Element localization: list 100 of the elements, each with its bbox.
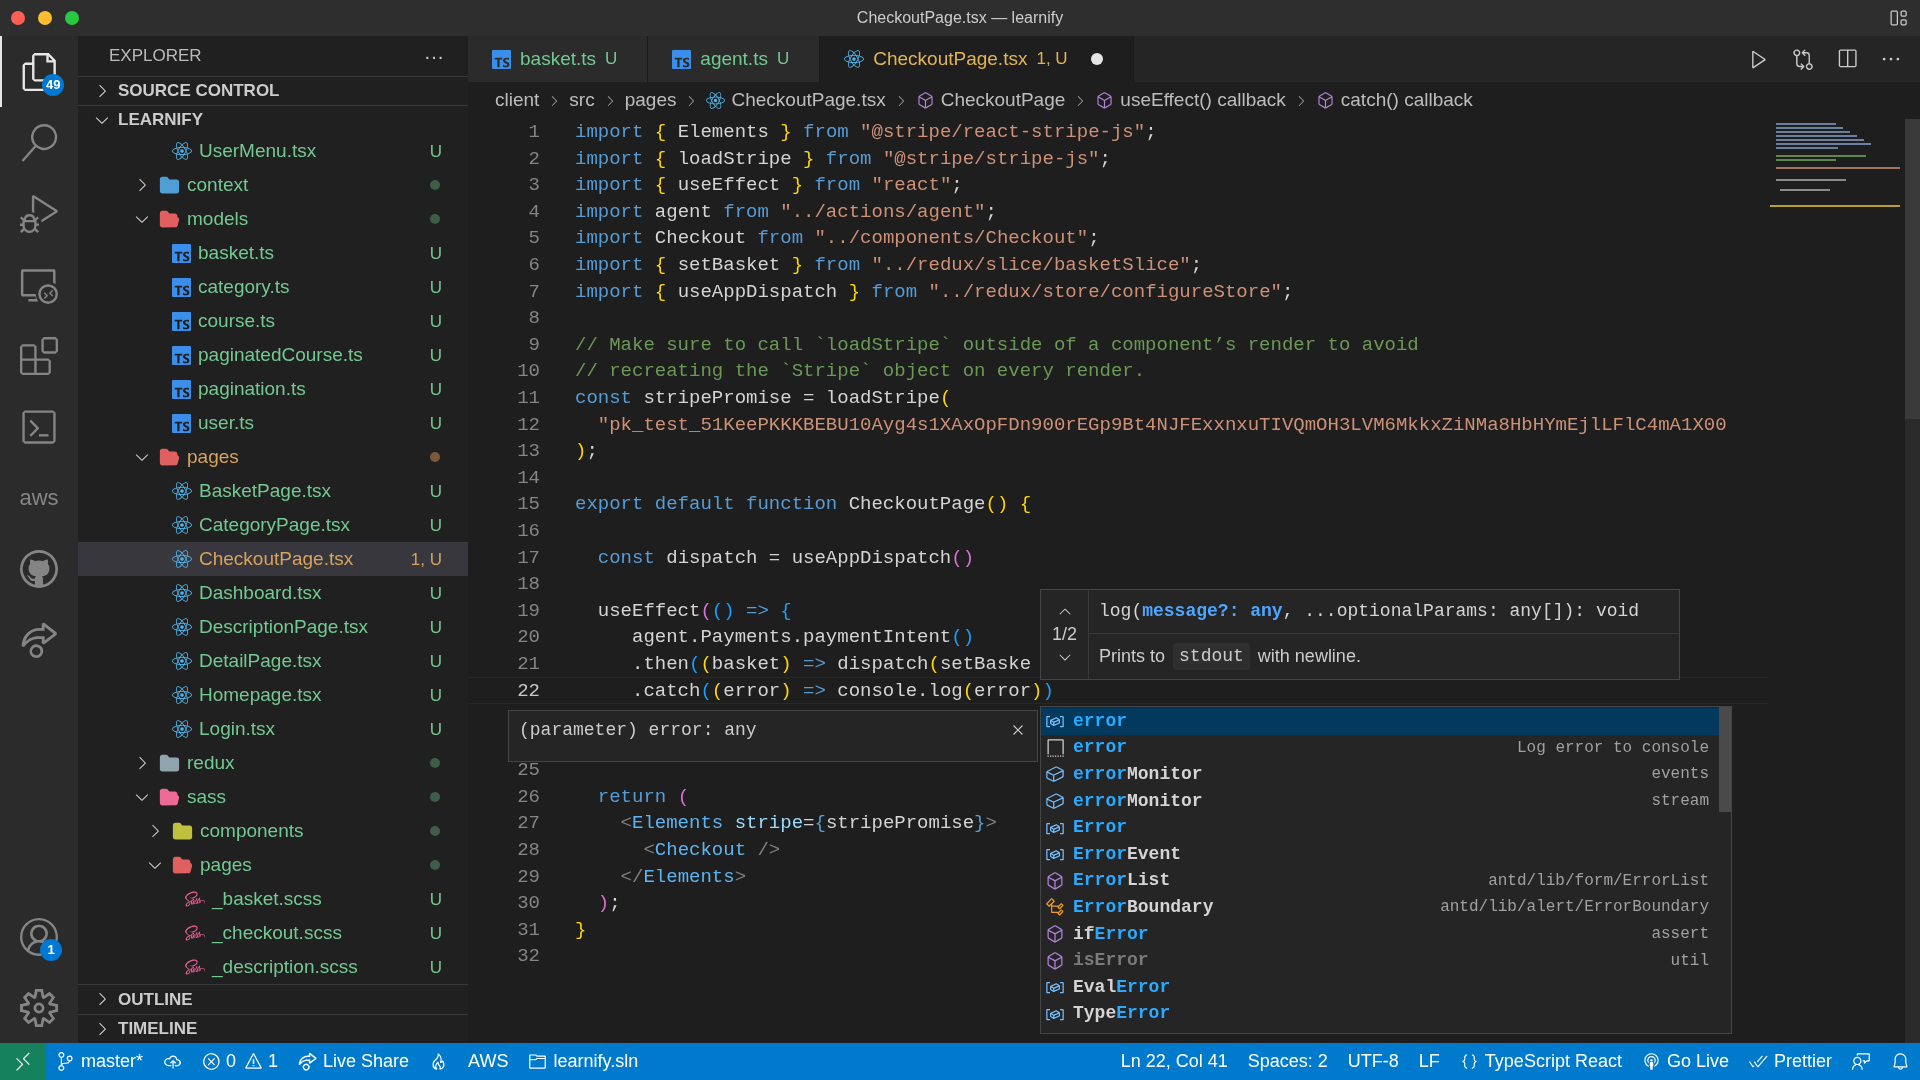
- typescript-file-icon: [172, 413, 191, 433]
- file-row[interactable]: CategoryPage.tsx U: [78, 508, 468, 543]
- file-row[interactable]: pagination.ts U: [78, 372, 468, 407]
- file-row[interactable]: CheckoutPage.tsx 1, U: [78, 542, 468, 577]
- aws-button[interactable]: aws: [0, 462, 78, 533]
- file-row[interactable]: Login.tsx U: [78, 712, 468, 747]
- cube-icon: [1315, 91, 1335, 110]
- problems-button[interactable]: 0 1: [192, 1043, 289, 1080]
- status-item[interactable]: Go Live: [1631, 1043, 1739, 1080]
- field-icon: [1045, 764, 1065, 785]
- suggestion-item[interactable]: ErrorEvent: [1041, 840, 1719, 868]
- typescript-file-icon: [172, 345, 191, 365]
- suggestion-item[interactable]: ErrorBoundary antd/lib/alert/ErrorBoundary: [1041, 894, 1719, 921]
- status-item[interactable]: Spaces: 2: [1237, 1043, 1338, 1080]
- status-item[interactable]: Live Share: [288, 1043, 420, 1080]
- section-header[interactable]: LEARNIFY: [78, 104, 468, 135]
- suggestion-item[interactable]: ErrorList antd/lib/form/ErrorList: [1041, 867, 1719, 895]
- editor-tab[interactable]: basket.ts U: [468, 36, 649, 82]
- code-line: export default function CheckoutPage() {: [575, 492, 1032, 518]
- editor-tab[interactable]: CheckoutPage.tsx 1, U: [820, 36, 1134, 82]
- section-header[interactable]: OUTLINE: [78, 984, 468, 1014]
- code-line: import { useAppDispatch } from "../redux/store/configureStore";: [575, 279, 1294, 305]
- status-item[interactable]: UTF-8: [1337, 1043, 1409, 1080]
- folder-row[interactable]: models: [78, 202, 468, 237]
- file-row[interactable]: _checkout.scss U: [78, 916, 468, 951]
- line-number: 16: [516, 518, 540, 544]
- react-file-icon: [172, 481, 192, 502]
- code-line: <Elements stripe={stripePromise}>: [619, 811, 997, 837]
- status-item[interactable]: Ln 22, Col 41: [1110, 1043, 1238, 1080]
- compare-icon[interactable]: [1792, 48, 1814, 70]
- line-number: 21: [516, 651, 540, 677]
- scrollbar-thumb[interactable]: [1719, 707, 1731, 812]
- file-row[interactable]: basket.ts U: [78, 236, 468, 271]
- field-icon: [1045, 791, 1065, 812]
- breadcrumb[interactable]: CheckoutPage.tsx: [706, 86, 886, 115]
- suggestion-item[interactable]: error Log error to console: [1041, 734, 1719, 762]
- folder-row[interactable]: pages: [78, 848, 468, 883]
- braces-icon: [1459, 1052, 1479, 1071]
- file-row[interactable]: user.ts U: [78, 406, 468, 441]
- status-item[interactable]: learnify.sln: [518, 1043, 649, 1080]
- breadcrumb[interactable]: client: [495, 86, 540, 115]
- line-number: 25: [516, 758, 540, 784]
- breadcrumb[interactable]: src: [569, 86, 595, 115]
- status-item[interactable]: AWS: [458, 1043, 519, 1080]
- status-item[interactable]: master*: [46, 1043, 153, 1080]
- line-number: 27: [516, 811, 540, 837]
- status-item[interactable]: LF: [1408, 1043, 1450, 1080]
- suggestion-item[interactable]: ifError assert: [1041, 920, 1719, 948]
- react-file-icon: [172, 685, 192, 706]
- suggestion-item[interactable]: isError util: [1041, 947, 1719, 974]
- code-line: .catch((error) => console.log(error)): [631, 678, 1054, 704]
- line-number: 7: [527, 279, 540, 305]
- folder-row[interactable]: pages: [78, 440, 468, 475]
- file-row[interactable]: DetailPage.tsx U: [78, 644, 468, 679]
- file-row[interactable]: course.ts U: [78, 304, 468, 339]
- suggestion-item[interactable]: errorMonitor stream: [1041, 787, 1719, 815]
- suggestion-item[interactable]: Error: [1041, 814, 1719, 841]
- code-line: agent.Payments.paymentIntent(): [631, 625, 975, 651]
- line-number: 1: [527, 120, 540, 146]
- suggestion-item[interactable]: TypeError: [1041, 1000, 1719, 1028]
- file-row[interactable]: Homepage.tsx U: [78, 678, 468, 713]
- file-row[interactable]: category.ts U: [78, 270, 468, 305]
- section-header[interactable]: TIMELINE: [78, 1013, 468, 1043]
- folder-row[interactable]: redux: [78, 746, 468, 781]
- remote-button[interactable]: [0, 1043, 46, 1080]
- status-item[interactable]: TypeScript React: [1449, 1043, 1632, 1080]
- breadcrumb[interactable]: useEffect() callback: [1095, 86, 1286, 115]
- react-file-icon: [172, 141, 192, 162]
- suggestion-item[interactable]: error: [1041, 708, 1719, 735]
- file-row[interactable]: _description.scss U: [78, 950, 468, 985]
- breadcrumb[interactable]: catch() callback: [1315, 86, 1473, 115]
- folder-row[interactable]: sass: [78, 780, 468, 815]
- file-row[interactable]: paginatedCourse.ts U: [78, 338, 468, 373]
- section-header[interactable]: SOURCE CONTROL: [78, 75, 468, 105]
- breadcrumb[interactable]: CheckoutPage: [915, 86, 1066, 115]
- file-row[interactable]: DescriptionPage.tsx U: [78, 610, 468, 645]
- suggestion-item[interactable]: errorMonitor events: [1041, 761, 1719, 788]
- warning-icon: [244, 1052, 264, 1071]
- editor-tab[interactable]: agent.ts U: [648, 36, 821, 82]
- file-row[interactable]: BasketPage.tsx U: [78, 474, 468, 509]
- line-number: 26: [516, 784, 540, 810]
- window-title: CheckoutPage.tsx — learnify: [855, 8, 1065, 28]
- layout-icon[interactable]: [1888, 8, 1908, 28]
- status-item[interactable]: Prettier: [1738, 1043, 1842, 1080]
- split-editor-icon[interactable]: [1836, 48, 1858, 70]
- react-file-icon: [844, 49, 865, 69]
- react-file-icon: [172, 719, 192, 740]
- activity-button[interactable]: 1: [0, 901, 78, 972]
- error-icon: [202, 1052, 221, 1071]
- breadcrumb[interactable]: pages: [624, 86, 677, 115]
- file-row[interactable]: UserMenu.tsx U: [78, 134, 468, 169]
- typescript-file-icon: [492, 49, 511, 69]
- more-actions-button[interactable]: ···: [424, 40, 444, 71]
- line-number: 10: [516, 359, 540, 385]
- react-file-icon: [172, 617, 192, 638]
- file-row[interactable]: Dashboard.tsx U: [78, 576, 468, 611]
- folder-row[interactable]: components: [78, 814, 468, 849]
- suggestion-item[interactable]: EvalError: [1041, 973, 1719, 1001]
- file-row[interactable]: _basket.scss U: [78, 882, 468, 917]
- folder-row[interactable]: context: [78, 168, 468, 203]
